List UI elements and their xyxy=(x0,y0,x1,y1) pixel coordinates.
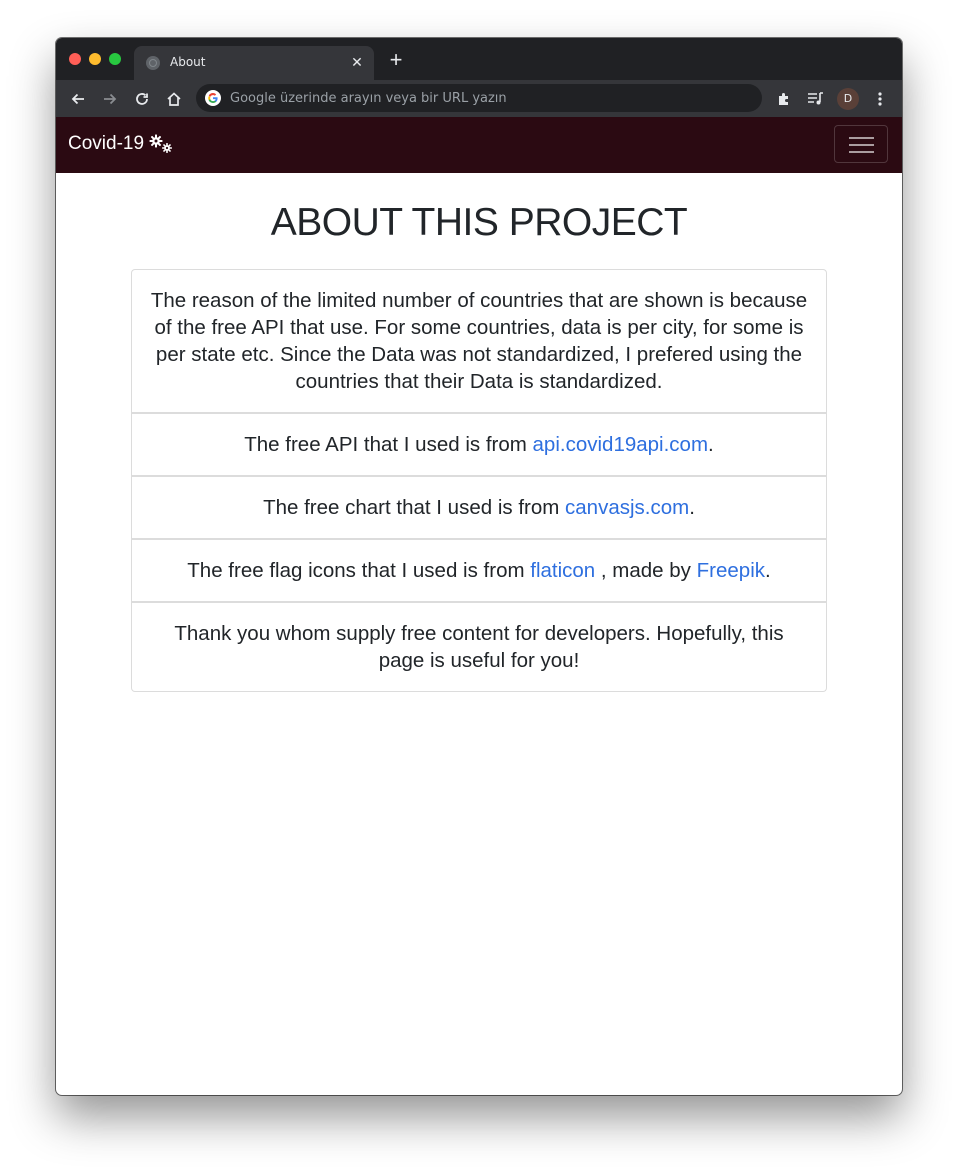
thanks-text: Thank you whom supply free content for d… xyxy=(174,622,784,672)
tab-title: About xyxy=(170,55,206,69)
back-button[interactable] xyxy=(67,88,89,110)
media-control-button[interactable] xyxy=(805,88,827,110)
list-item-thanks: Thank you whom supply free content for d… xyxy=(131,603,827,692)
playlist-music-icon xyxy=(808,92,823,105)
api-period: . xyxy=(708,433,714,456)
canvasjs-link[interactable]: canvasjs.com xyxy=(565,496,689,519)
tab-strip: About ✕ + xyxy=(56,38,902,80)
zoom-window-button[interactable] xyxy=(109,53,121,65)
reason-text: The reason of the limited number of coun… xyxy=(150,289,808,393)
globe-icon xyxy=(146,56,160,70)
list-item-flags: The free flag icons that I used is from … xyxy=(131,540,827,603)
extensions-button[interactable] xyxy=(773,88,795,110)
page-title: ABOUT THIS PROJECT xyxy=(270,201,688,244)
chart-text: The free chart that I used is from xyxy=(263,496,566,519)
forward-button[interactable] xyxy=(99,88,121,110)
navbar-brand[interactable]: Covid-19 xyxy=(68,133,174,155)
brand-text: Covid-19 xyxy=(68,133,145,154)
close-window-button[interactable] xyxy=(69,53,81,65)
list-item-reason: The reason of the limited number of coun… xyxy=(131,269,827,414)
kebab-menu-icon xyxy=(878,92,882,106)
reload-button[interactable] xyxy=(131,88,153,110)
puzzle-icon xyxy=(779,93,788,105)
browser-window: About ✕ + Google üzerinde arayın veya bi… xyxy=(56,38,902,1095)
profile-avatar[interactable]: D xyxy=(837,88,859,110)
list-item-api: The free API that I used is from api.cov… xyxy=(131,414,827,477)
flags-made-by-text: , made by xyxy=(595,559,697,582)
new-tab-button[interactable]: + xyxy=(386,49,406,71)
back-arrow-icon xyxy=(71,93,84,105)
home-icon xyxy=(167,92,181,106)
forward-arrow-icon xyxy=(104,93,117,105)
list-item-chart: The free chart that I used is from canva… xyxy=(131,477,827,540)
flaticon-link[interactable]: flaticon xyxy=(530,559,595,582)
api-text: The free API that I used is from xyxy=(244,433,533,456)
freepik-link[interactable]: Freepik xyxy=(697,559,765,582)
omnibox-input[interactable] xyxy=(230,84,730,112)
minimize-window-button[interactable] xyxy=(89,53,101,65)
site-navbar: Covid-19 xyxy=(56,117,902,173)
api-link[interactable]: api.covid19api.com xyxy=(533,433,709,456)
address-bar[interactable] xyxy=(196,84,762,112)
gears-icon xyxy=(149,134,173,153)
google-icon xyxy=(205,90,221,106)
about-list: The reason of the limited number of coun… xyxy=(131,269,827,692)
browser-toolbar: D xyxy=(56,80,902,117)
reload-icon xyxy=(136,93,148,105)
flags-period: . xyxy=(765,559,771,582)
navbar-toggler-button[interactable] xyxy=(834,125,888,163)
browser-menu-button[interactable] xyxy=(869,88,891,110)
chart-period: . xyxy=(689,496,695,519)
hamburger-icon xyxy=(849,137,874,139)
tab-close-icon[interactable]: ✕ xyxy=(348,53,366,71)
home-button[interactable] xyxy=(163,88,185,110)
flags-text: The free flag icons that I used is from xyxy=(187,559,531,582)
tab-about[interactable]: About ✕ xyxy=(134,46,374,80)
